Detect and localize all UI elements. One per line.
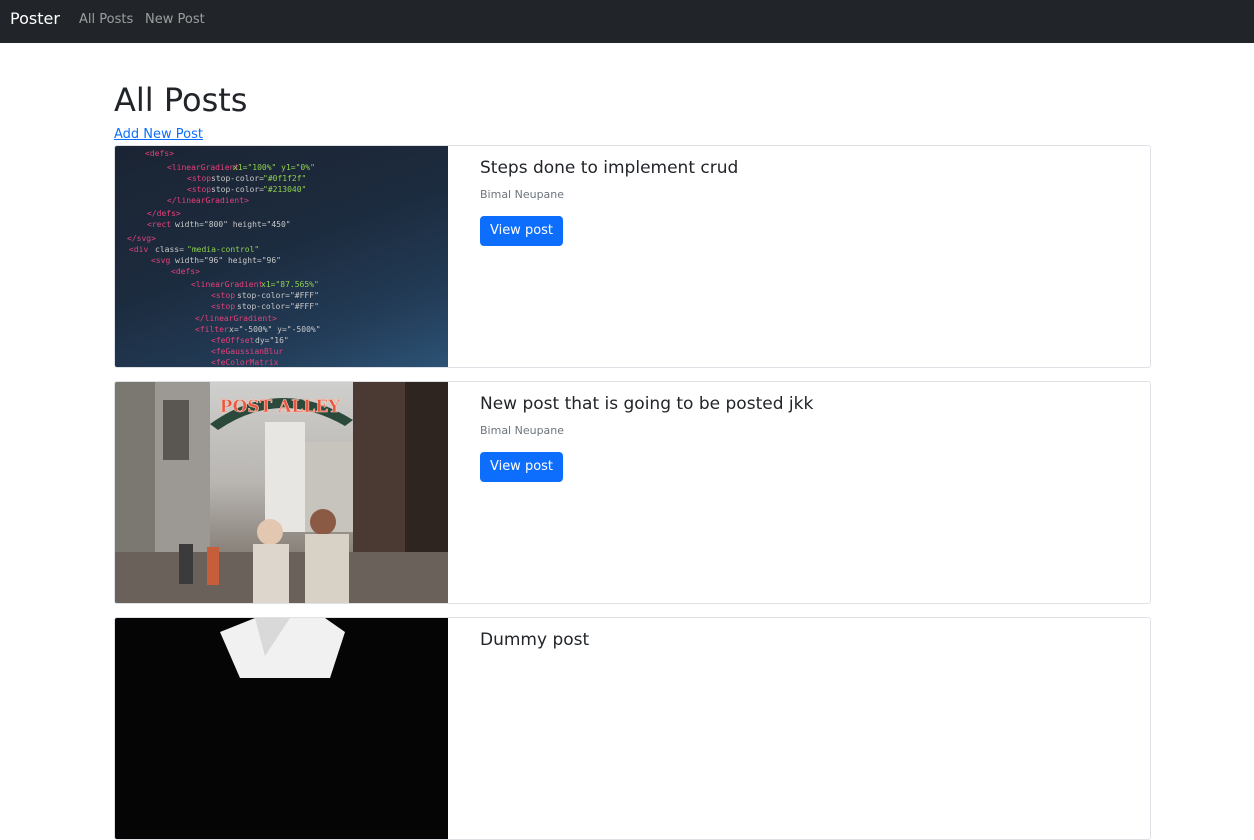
view-post-button[interactable]: View post xyxy=(480,216,563,246)
svg-text:</linearGradient>: </linearGradient> xyxy=(167,196,249,205)
svg-text:<feColorMatrix: <feColorMatrix xyxy=(211,358,279,367)
svg-text:stop-color="#FFF": stop-color="#FFF" xyxy=(237,302,319,311)
svg-text:<stop: <stop xyxy=(211,302,235,311)
post-card: POST ALLEY New post that is going to be … xyxy=(114,381,1151,604)
post-title: New post that is going to be posted jkk xyxy=(480,394,814,414)
navbar-brand[interactable]: Poster xyxy=(10,9,60,29)
post-image: <defs> <linearGradient x1="100%" y1="0%" … xyxy=(115,146,448,367)
navbar: Poster All Posts New Post xyxy=(0,0,1254,43)
post-card: <defs> <linearGradient x1="100%" y1="0%" … xyxy=(114,145,1151,368)
svg-text:<stop: <stop xyxy=(187,174,211,183)
svg-text:<rect: <rect xyxy=(147,220,171,229)
nav-link-all-posts[interactable]: All Posts xyxy=(79,12,133,28)
svg-text:x="-500%" y="-500%": x="-500%" y="-500%" xyxy=(229,325,321,334)
post-alley-street-image: POST ALLEY xyxy=(115,382,448,603)
svg-text:stop-color=: stop-color= xyxy=(211,185,264,194)
svg-text:<div: <div xyxy=(129,245,148,254)
svg-text:stop-color=: stop-color= xyxy=(211,174,264,183)
post-author: Bimal Neupane xyxy=(480,424,565,437)
svg-text:stop-color="#FFF": stop-color="#FFF" xyxy=(237,291,319,300)
svg-text:<feOffset: <feOffset xyxy=(211,336,255,345)
svg-text:x1="100%" y1="0%": x1="100%" y1="0%" xyxy=(233,163,315,172)
post-author: Bimal Neupane xyxy=(480,188,565,201)
svg-text:class=: class= xyxy=(155,245,184,254)
dark-image xyxy=(220,618,345,678)
post-image xyxy=(115,618,448,839)
svg-text:"media-control": "media-control" xyxy=(187,245,259,254)
svg-text:<linearGradient: <linearGradient xyxy=(167,163,239,172)
svg-text:width="800" height="450": width="800" height="450" xyxy=(175,220,291,229)
svg-text:x1="87.565%": x1="87.565%" xyxy=(261,280,319,289)
nav-link-new-post[interactable]: New Post xyxy=(145,12,205,28)
alley-sign-text: POST ALLEY xyxy=(220,397,341,417)
svg-text:<stop: <stop xyxy=(187,185,211,194)
svg-text:dy="16": dy="16" xyxy=(255,336,289,345)
post-image: POST ALLEY xyxy=(115,382,448,603)
post-title: Dummy post xyxy=(480,630,590,650)
svg-text:"#213040": "#213040" xyxy=(263,185,306,194)
svg-text:<stop: <stop xyxy=(211,291,235,300)
post-title: Steps done to implement crud xyxy=(480,158,739,178)
svg-text:</linearGradient>: </linearGradient> xyxy=(195,314,277,323)
code-screen-image: <defs> <linearGradientx1="100%" y1="0%" … xyxy=(127,149,321,367)
svg-text:<filter: <filter xyxy=(195,325,229,334)
page-title: All Posts xyxy=(114,81,248,119)
svg-text:<linearGradient: <linearGradient xyxy=(191,280,263,289)
svg-text:width="96" height="96": width="96" height="96" xyxy=(175,256,281,265)
svg-text:<feGaussianBlur: <feGaussianBlur xyxy=(211,347,283,356)
svg-text:"#0f1f2f": "#0f1f2f" xyxy=(263,174,306,183)
svg-text:<defs>: <defs> xyxy=(145,149,174,158)
svg-text:<defs>: <defs> xyxy=(171,267,200,276)
svg-text:<svg: <svg xyxy=(151,256,170,265)
view-post-button[interactable]: View post xyxy=(480,452,563,482)
post-card: Dummy post xyxy=(114,617,1151,840)
svg-text:</defs>: </defs> xyxy=(147,209,181,218)
svg-text:</svg>: </svg> xyxy=(127,234,156,243)
add-new-post-link[interactable]: Add New Post xyxy=(114,127,203,143)
